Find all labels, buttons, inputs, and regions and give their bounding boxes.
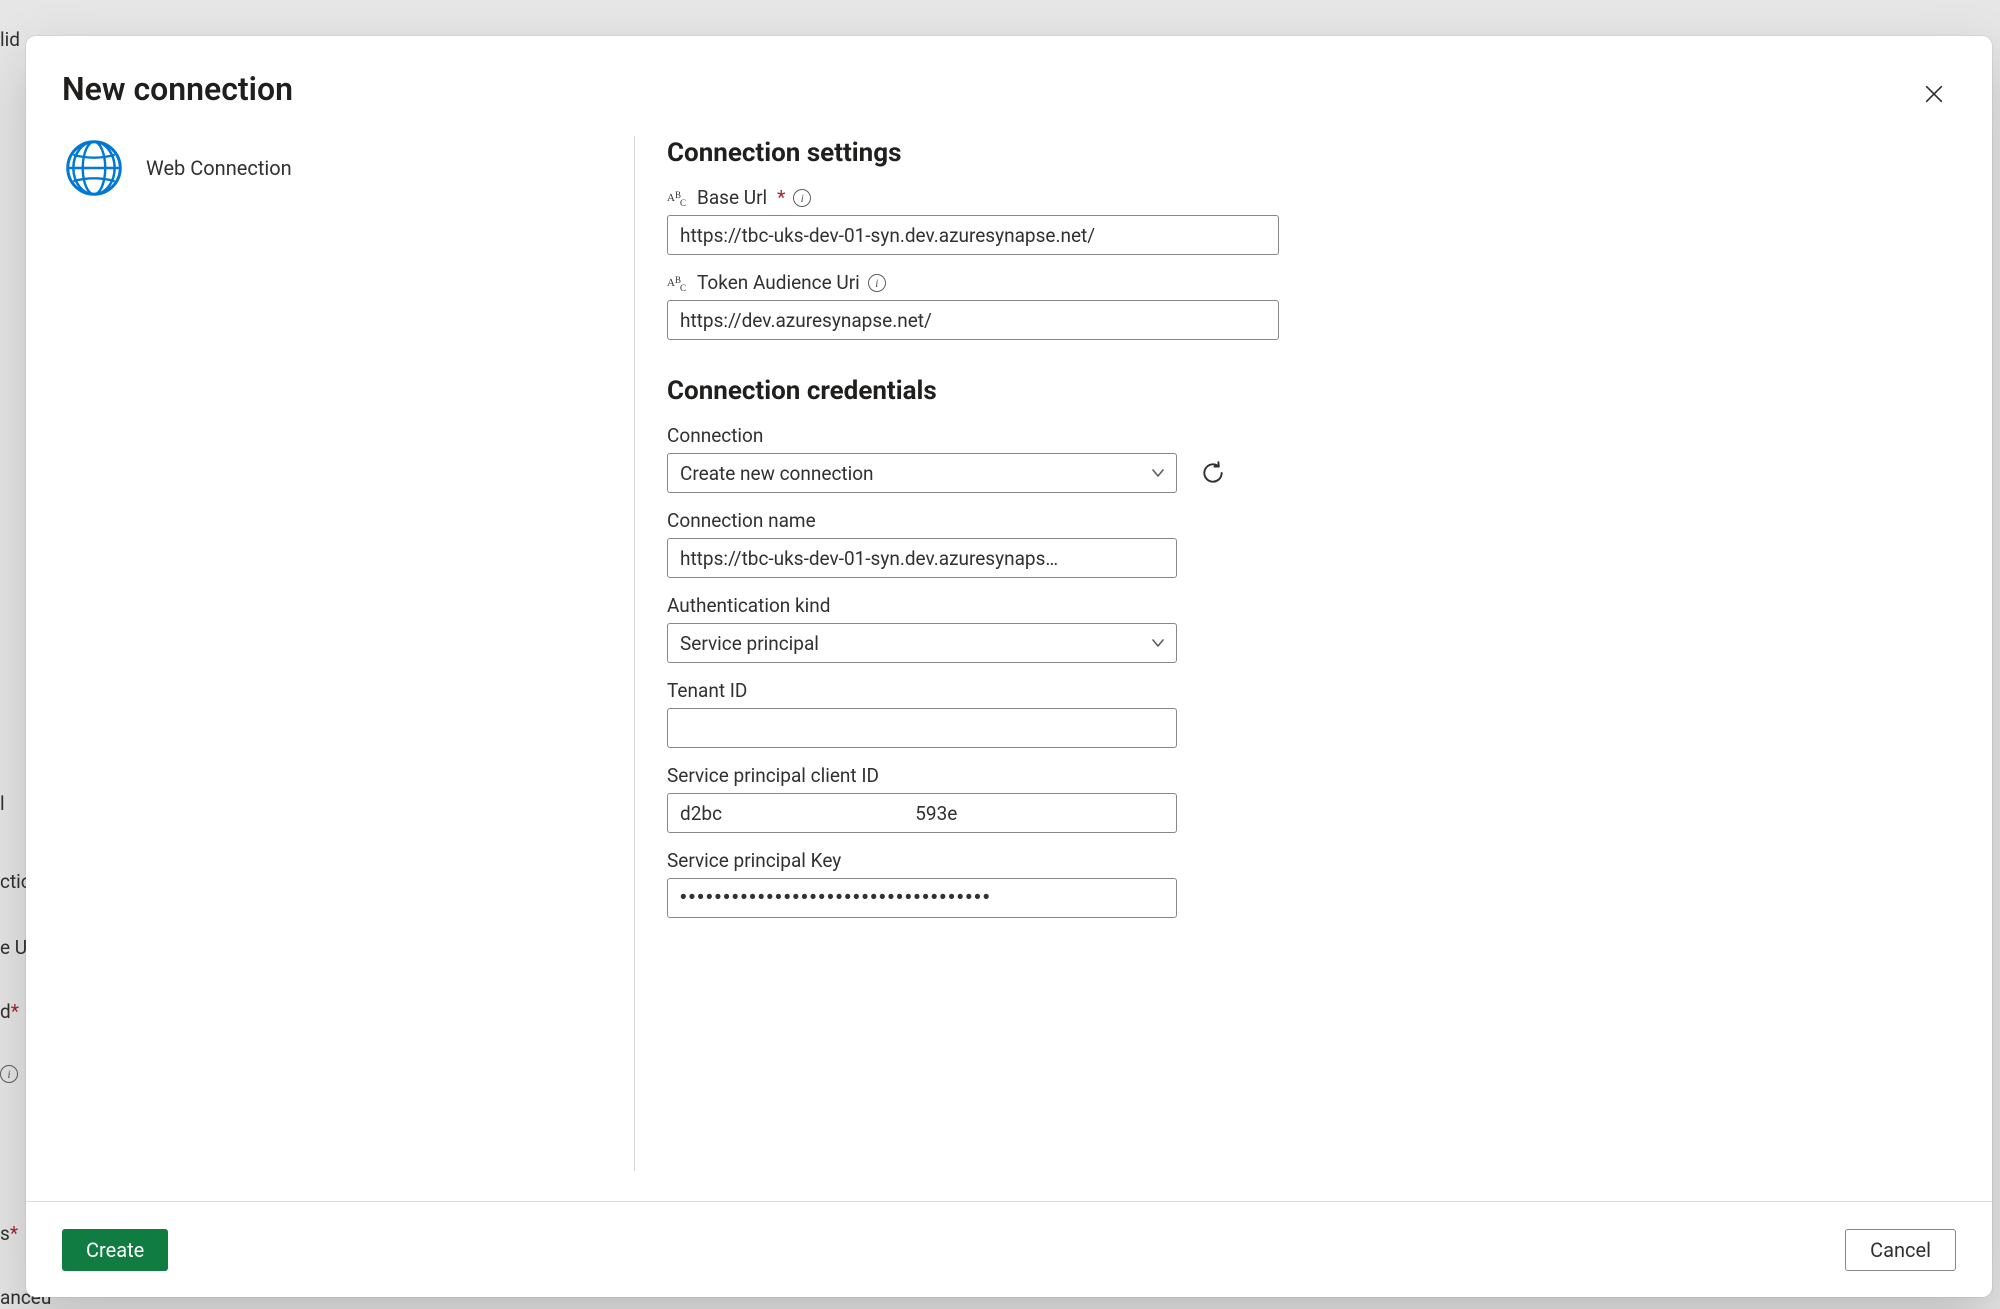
- svg-text:A: A: [667, 277, 675, 289]
- text-type-icon: A B C: [667, 189, 689, 209]
- field-sp-key: Service principal Key: [667, 849, 1279, 918]
- field-connection-name: Connection name: [667, 509, 1279, 578]
- create-button[interactable]: Create: [62, 1229, 168, 1271]
- sp-client-id-label: Service principal client ID: [667, 764, 1279, 787]
- connection-name-input[interactable]: [667, 538, 1177, 578]
- info-icon[interactable]: i: [793, 189, 811, 207]
- refresh-button[interactable]: [1197, 457, 1229, 489]
- auth-kind-label: Authentication kind: [667, 594, 1279, 617]
- token-audience-uri-input[interactable]: [667, 300, 1279, 340]
- field-connection: Connection: [667, 424, 1279, 493]
- info-icon[interactable]: i: [868, 274, 886, 292]
- close-icon: [1923, 83, 1945, 105]
- modal-header: New connection: [26, 36, 1992, 108]
- connection-select[interactable]: [667, 453, 1177, 493]
- new-connection-modal: New connection Web Con: [26, 36, 1992, 1297]
- sp-key-label: Service principal Key: [667, 849, 1279, 872]
- modal-title: New connection: [62, 70, 1932, 108]
- svg-text:A: A: [667, 192, 675, 204]
- modal-footer: Create Cancel: [26, 1201, 1992, 1297]
- svg-text:C: C: [680, 283, 686, 293]
- base-url-label: Base Url: [697, 186, 767, 209]
- connection-type-label: Web Connection: [146, 156, 292, 180]
- base-url-input[interactable]: [667, 215, 1279, 255]
- connection-label: Connection: [667, 424, 1279, 447]
- auth-kind-select[interactable]: [667, 623, 1177, 663]
- text-type-icon: A B C: [667, 274, 689, 294]
- tenant-id-label: Tenant ID: [667, 679, 1279, 702]
- required-marker: *: [777, 186, 785, 209]
- connection-settings-heading: Connection settings: [667, 138, 1956, 168]
- sp-key-input[interactable]: [667, 878, 1177, 918]
- connection-type-panel: Web Connection: [62, 134, 634, 1201]
- connection-name-label: Connection name: [667, 509, 1279, 532]
- field-sp-client-id: Service principal client ID: [667, 764, 1279, 833]
- info-icon: i: [0, 1065, 18, 1083]
- field-base-url: A B C Base Url * i: [667, 186, 1279, 255]
- sp-client-id-input[interactable]: [667, 793, 1177, 833]
- refresh-icon: [1200, 460, 1226, 486]
- field-auth-kind: Authentication kind: [667, 594, 1279, 663]
- form-panel: Connection settings A B C Base Url * i: [635, 134, 1956, 1201]
- close-button[interactable]: [1916, 76, 1952, 112]
- token-audience-label: Token Audience Uri: [697, 271, 860, 294]
- tenant-id-input[interactable]: [667, 708, 1177, 748]
- cancel-button[interactable]: Cancel: [1845, 1229, 1956, 1271]
- field-token-audience-uri: A B C Token Audience Uri i: [667, 271, 1279, 340]
- connection-credentials-heading: Connection credentials: [667, 376, 1956, 406]
- globe-icon: [62, 136, 126, 200]
- svg-text:C: C: [680, 198, 686, 208]
- field-tenant-id: Tenant ID: [667, 679, 1279, 748]
